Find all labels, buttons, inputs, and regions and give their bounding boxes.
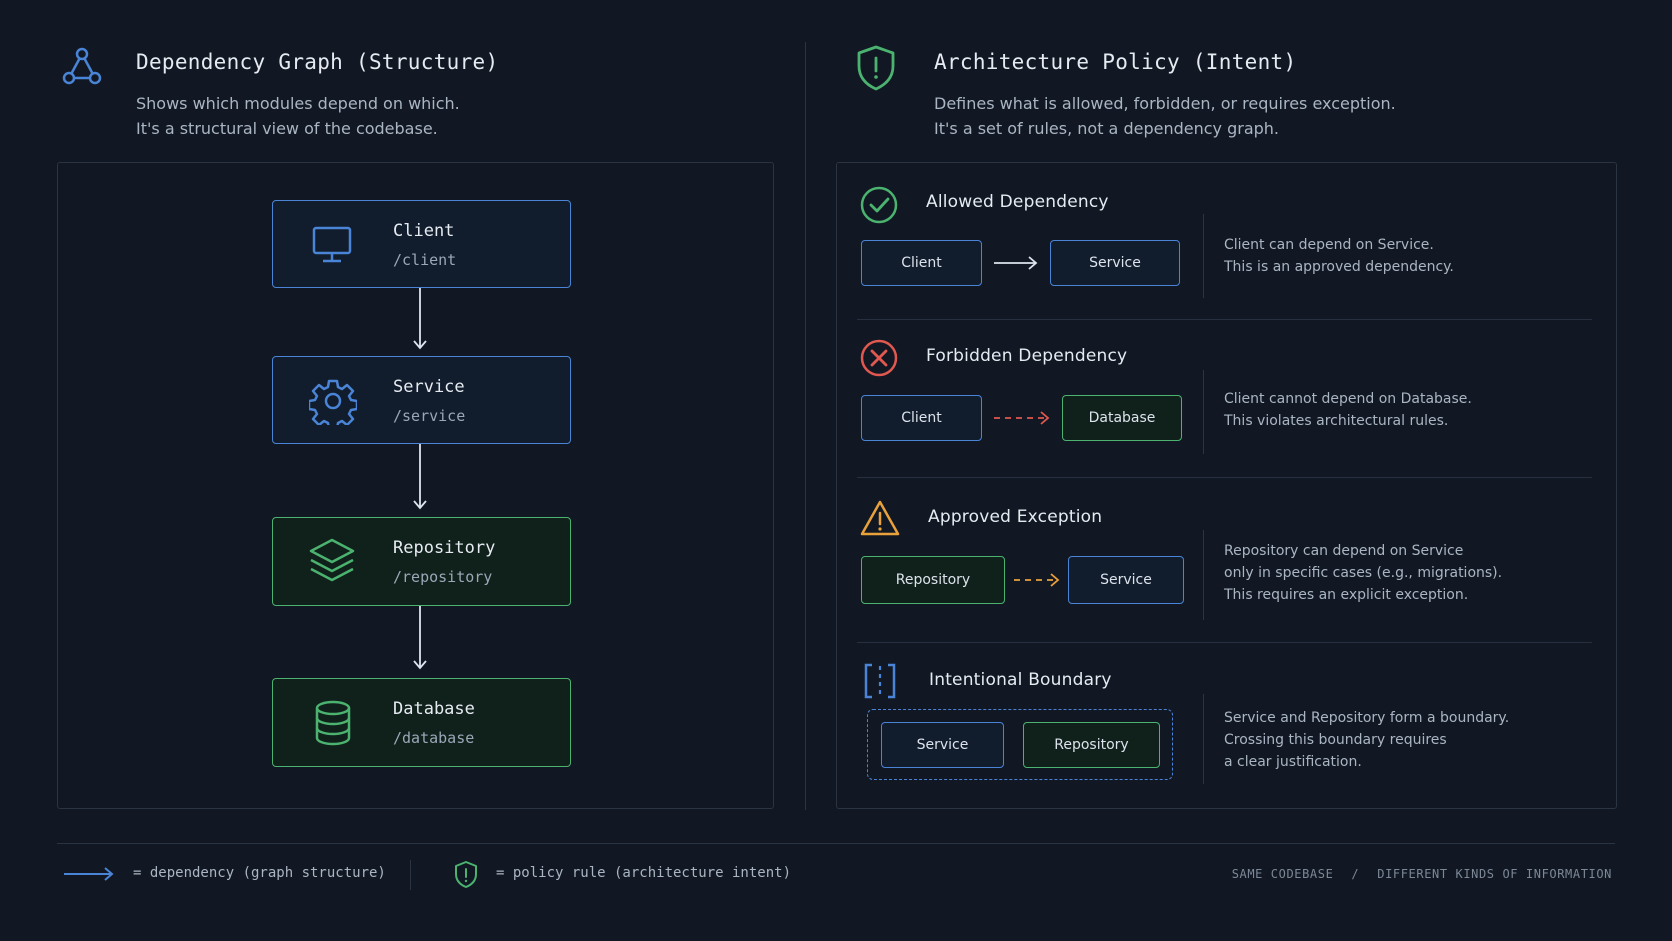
footer-separator: / [1351, 867, 1360, 881]
rule-allowed-to-pill[interactable]: Service [1050, 240, 1180, 286]
rule-boundary-desc: Service and Repository form a boundary. … [1224, 707, 1509, 773]
rule-exception-to-pill[interactable]: Service [1068, 556, 1184, 604]
column-divider [805, 42, 806, 810]
boundary-icon [862, 662, 898, 704]
rule-title-forbidden: Forbidden Dependency [926, 346, 1128, 366]
layers-icon [307, 536, 357, 590]
legend-policy-label: = policy rule (architecture intent) [496, 865, 792, 881]
footer-caption: SAME CODEBASE / DIFFERENT KINDS OF INFOR… [1232, 867, 1612, 881]
rule-exception-from-pill[interactable]: Repository [861, 556, 1005, 604]
rule-divider [1203, 694, 1204, 784]
rule-forbidden-desc: Client cannot depend on Database. This v… [1224, 388, 1472, 432]
rule-separator [857, 319, 1592, 320]
node-title: Database [393, 699, 475, 719]
gear-icon [307, 377, 359, 431]
left-subtitle-line2: It's a structural view of the codebase. [136, 119, 438, 138]
left-subtitle-line1: Shows which modules depend on which. [136, 94, 460, 113]
rule-forbidden-to-pill[interactable]: Database [1062, 395, 1182, 441]
solid-arrow [994, 256, 1038, 270]
right-title: Architecture Policy (Intent) [934, 50, 1297, 74]
desc-line: This requires an explicit exception. [1224, 587, 1469, 603]
legend-shield-icon [453, 860, 479, 894]
legend-dependency-arrow-icon [64, 867, 114, 881]
node-title: Client [393, 221, 455, 241]
right-subtitle-line2: It's a set of rules, not a dependency gr… [934, 119, 1279, 138]
rule-title-allowed: Allowed Dependency [926, 192, 1109, 212]
monitor-icon [311, 225, 353, 269]
database-icon [313, 699, 353, 751]
desc-line: Client can depend on Service. [1224, 237, 1434, 253]
footer-divider [57, 843, 1615, 844]
desc-line: a clear justification. [1224, 754, 1362, 770]
rule-forbidden-from-pill[interactable]: Client [861, 395, 982, 441]
rule-boundary-service-pill[interactable]: Service [881, 722, 1004, 768]
graph-icon [60, 46, 104, 90]
graph-node-client[interactable]: Client /client [272, 200, 571, 288]
shield-icon [854, 44, 898, 96]
desc-line: This violates architectural rules. [1224, 413, 1449, 429]
desc-line: Repository can depend on Service [1224, 543, 1464, 559]
right-subtitle-line1: Defines what is allowed, forbidden, or r… [934, 94, 1396, 113]
dashed-red-arrow [994, 411, 1050, 425]
left-subtitle: Shows which modules depend on which. It'… [136, 91, 460, 141]
rule-exception-desc: Repository can depend on Service only in… [1224, 540, 1502, 606]
rule-boundary-repository-pill[interactable]: Repository [1023, 722, 1160, 768]
rule-allowed-from-pill[interactable]: Client [861, 240, 982, 286]
warning-triangle-icon [859, 498, 901, 542]
graph-arrows [413, 288, 427, 670]
graph-node-database[interactable]: Database /database [272, 678, 571, 767]
desc-line: Crossing this boundary requires [1224, 732, 1447, 748]
left-title: Dependency Graph (Structure) [136, 50, 499, 74]
rule-divider [1203, 214, 1204, 298]
rule-allowed-desc: Client can depend on Service. This is an… [1224, 234, 1454, 278]
node-path: /client [393, 251, 457, 269]
legend-dependency-label: = dependency (graph structure) [133, 865, 386, 881]
footer-left-text: SAME CODEBASE [1231, 867, 1334, 881]
rule-separator [857, 477, 1592, 478]
desc-line: Service and Repository form a boundary. [1224, 710, 1510, 726]
rule-title-exception: Approved Exception [928, 507, 1103, 527]
x-circle-icon [859, 338, 899, 382]
desc-line: only in specific cases (e.g., migrations… [1224, 565, 1503, 581]
rule-title-boundary: Intentional Boundary [929, 670, 1112, 690]
dashed-orange-arrow [1014, 573, 1060, 587]
rule-divider [1203, 530, 1204, 620]
check-circle-icon [859, 185, 899, 229]
rule-divider [1203, 370, 1204, 454]
rule-separator [857, 642, 1592, 643]
desc-line: This is an approved dependency. [1224, 259, 1454, 275]
legend-divider [410, 860, 411, 890]
node-path: /database [393, 729, 475, 747]
right-subtitle: Defines what is allowed, forbidden, or r… [934, 91, 1396, 141]
desc-line: Client cannot depend on Database. [1224, 391, 1472, 407]
footer-right-text: DIFFERENT KINDS OF INFORMATION [1377, 867, 1612, 881]
